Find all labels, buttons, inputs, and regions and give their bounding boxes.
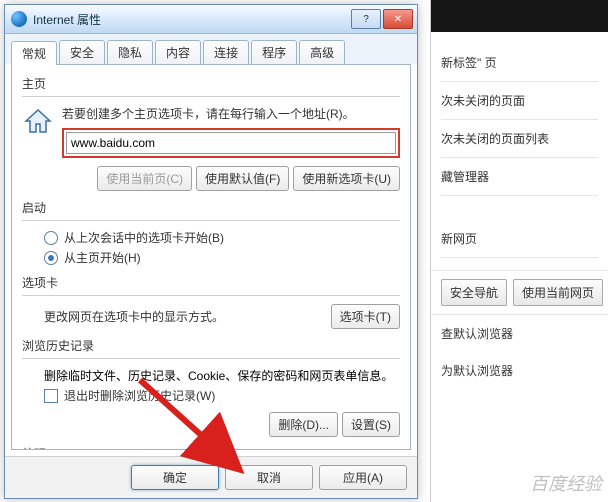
homepage-url-input[interactable]: [66, 132, 396, 154]
checkbox-icon: [44, 389, 58, 403]
dialog-button-row: 确定 取消 应用(A): [5, 456, 417, 498]
homepage-group-label: 主页: [22, 75, 400, 92]
dialog-title: Internet 属性: [33, 11, 351, 28]
use-default-button[interactable]: 使用默认值(F): [196, 166, 289, 191]
tabs-group-label: 选项卡: [22, 274, 400, 291]
homepage-url-highlight: [62, 128, 400, 158]
help-button[interactable]: ?: [351, 9, 381, 29]
startup-lastsession-radio[interactable]: 从上次会话中的选项卡开始(B): [44, 229, 400, 246]
background-titlebar: [431, 0, 608, 32]
background-settings-panel: 新标签" 页 次未关闭的页面 次未关闭的页面列表 藏管理器 新网页 安全导航 使…: [430, 0, 608, 502]
use-current-button[interactable]: 使用当前页(C): [97, 166, 192, 191]
tab-content[interactable]: 内容: [155, 40, 201, 64]
tab-connections[interactable]: 连接: [203, 40, 249, 64]
history-description: 删除临时文件、历史记录、Cookie、保存的密码和网页表单信息。: [44, 367, 400, 384]
radio-label: 从上次会话中的选项卡开始(B): [64, 229, 224, 246]
internet-icon: [11, 11, 27, 27]
tab-advanced[interactable]: 高级: [299, 40, 345, 64]
history-group-label: 浏览历史记录: [22, 337, 400, 354]
startup-homepage-radio[interactable]: 从主页开始(H): [44, 249, 400, 266]
right-item[interactable]: 藏管理器: [441, 158, 598, 196]
tab-strip: 常规 安全 隐私 内容 连接 程序 高级: [5, 34, 417, 64]
startup-group-label: 启动: [22, 199, 400, 216]
tab-security[interactable]: 安全: [59, 40, 105, 64]
appearance-group-label: 外观: [22, 445, 400, 450]
right-item: 查默认浏览器: [431, 315, 608, 352]
safe-nav-button[interactable]: 安全导航: [441, 279, 507, 306]
ok-button[interactable]: 确定: [131, 465, 219, 490]
delete-on-exit-checkbox[interactable]: 退出时删除浏览历史记录(W): [44, 387, 400, 404]
use-newtab-button[interactable]: 使用新选项卡(U): [293, 166, 400, 191]
tabs-description: 更改网页在选项卡中的显示方式。: [44, 308, 323, 325]
right-item[interactable]: 次未关闭的页面: [441, 82, 598, 120]
delete-history-button[interactable]: 删除(D)...: [269, 412, 338, 437]
tab-privacy[interactable]: 隐私: [107, 40, 153, 64]
radio-icon: [44, 231, 58, 245]
homepage-description: 若要创建多个主页选项卡，请在每行输入一个地址(R)。: [62, 105, 400, 122]
titlebar[interactable]: Internet 属性 ? ✕: [5, 5, 417, 34]
internet-properties-dialog: Internet 属性 ? ✕ 常规 安全 隐私 内容 连接 程序 高级 主页: [4, 4, 418, 499]
tab-programs[interactable]: 程序: [251, 40, 297, 64]
use-current-page-button[interactable]: 使用当前网页: [513, 279, 603, 306]
right-item[interactable]: 新标签" 页: [441, 44, 598, 82]
radio-label: 从主页开始(H): [64, 249, 141, 266]
right-item[interactable]: 新网页: [441, 220, 598, 258]
checkbox-label: 退出时删除浏览历史记录(W): [64, 387, 215, 404]
right-item[interactable]: 次未关闭的页面列表: [441, 120, 598, 158]
tab-general[interactable]: 常规: [11, 41, 57, 65]
close-button[interactable]: ✕: [383, 9, 413, 29]
tabs-settings-button[interactable]: 选项卡(T): [331, 304, 400, 329]
radio-icon: [44, 251, 58, 265]
home-icon: [22, 105, 54, 137]
apply-button[interactable]: 应用(A): [319, 465, 407, 490]
history-settings-button[interactable]: 设置(S): [342, 412, 400, 437]
tab-body: 主页 若要创建多个主页选项卡，请在每行输入一个地址(R)。 使用当前页(C): [11, 64, 411, 450]
right-item: 为默认浏览器: [431, 352, 608, 389]
cancel-button[interactable]: 取消: [225, 465, 313, 490]
